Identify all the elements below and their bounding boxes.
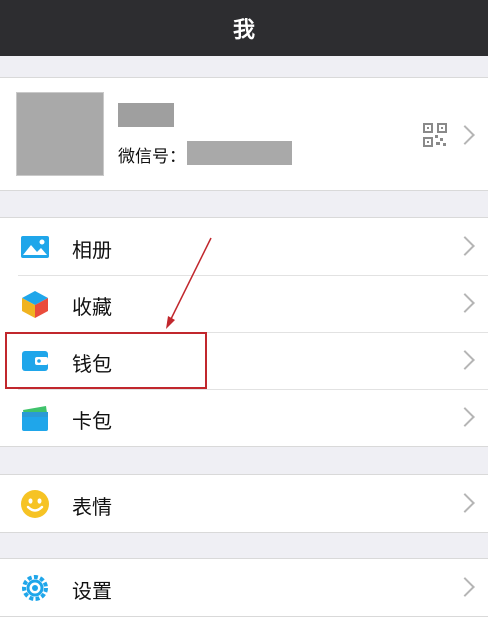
wallet-highlight-box — [5, 332, 207, 389]
qr-code-icon[interactable] — [423, 123, 447, 147]
wechat-id-label: 微信号： — [118, 147, 186, 167]
menu-item-stickers[interactable]: 表情 — [0, 475, 488, 532]
menu-item-settings[interactable]: 设置 — [0, 559, 488, 616]
menu-item-label: 设置 — [72, 579, 112, 603]
photo-album-icon — [21, 236, 49, 258]
menu-group-stickers: 表情 — [0, 474, 488, 533]
menu-item-card-holder[interactable]: 卡包 — [0, 389, 488, 446]
page-title: 我 — [232, 18, 255, 43]
chevron-right-icon — [455, 125, 475, 145]
menu-item-label: 表情 — [72, 495, 112, 519]
menu-item-label: 卡包 — [72, 409, 112, 433]
menu-group-settings: 设置 — [0, 558, 488, 617]
settings-gear-icon — [22, 575, 48, 601]
chevron-right-icon — [455, 350, 475, 370]
menu-item-album[interactable]: 相册 — [0, 218, 488, 275]
chevron-right-icon — [455, 236, 475, 256]
wechat-id-redacted — [187, 141, 292, 165]
chevron-right-icon — [455, 493, 475, 513]
smiley-icon — [21, 490, 49, 518]
menu-item-label: 相册 — [72, 238, 112, 262]
chevron-right-icon — [455, 577, 475, 597]
avatar[interactable] — [16, 92, 104, 176]
menu-item-favorites[interactable]: 收藏 — [0, 275, 488, 332]
menu-item-label: 收藏 — [72, 295, 112, 319]
card-holder-icon — [22, 406, 48, 431]
favorites-cube-icon — [22, 291, 48, 318]
chevron-right-icon — [455, 407, 475, 427]
chevron-right-icon — [455, 293, 475, 313]
nickname-redacted — [118, 103, 174, 127]
profile-card[interactable]: 微信号： — [0, 77, 488, 191]
top-navigation-bar: 我 — [0, 0, 488, 56]
